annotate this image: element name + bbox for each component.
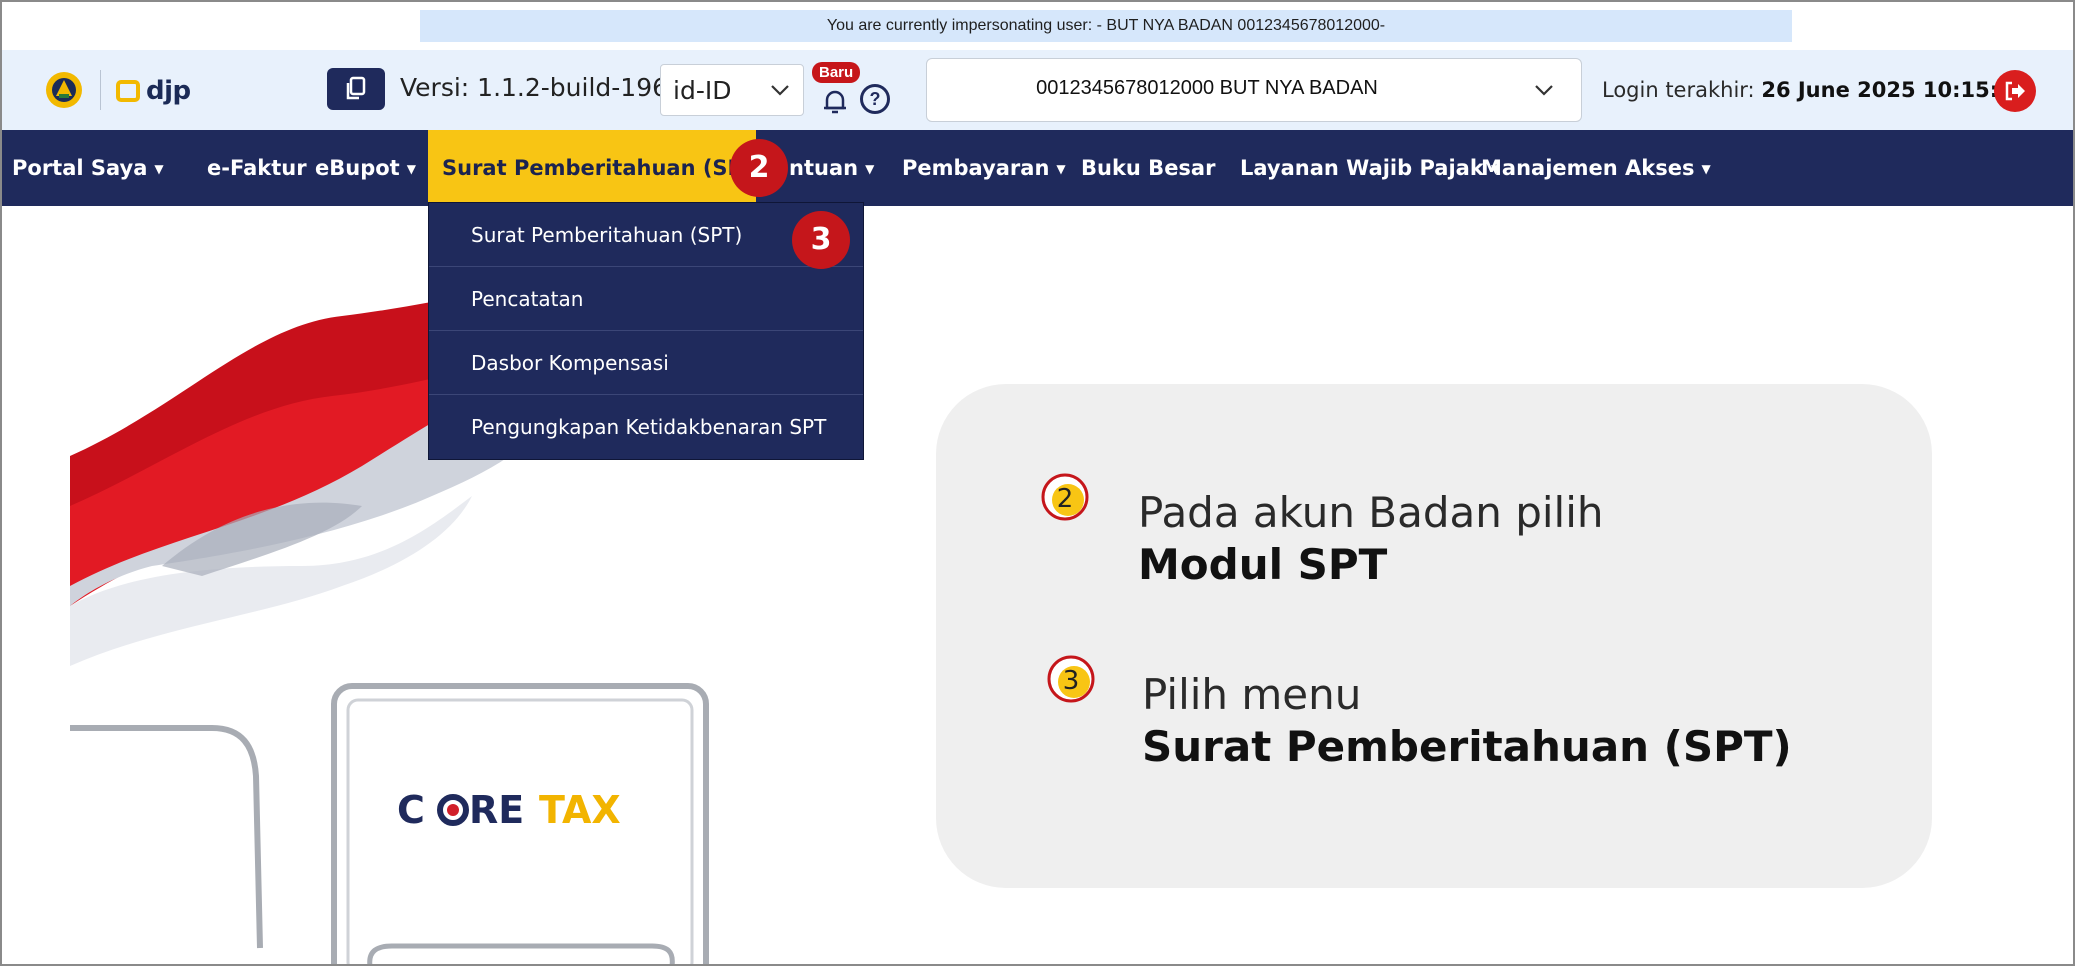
djp-logo-mark-icon <box>116 80 140 102</box>
dropdown-item-dasbor-kompensasi[interactable]: Dasbor Kompensasi <box>429 331 863 395</box>
app-window: You are currently impersonating user: - … <box>0 0 2075 966</box>
coretax-logo-tax: TAX <box>539 788 621 832</box>
step-3-emphasis: Surat Pemberitahuan (SPT) <box>1142 722 1792 771</box>
nav-pembayaran[interactable]: Pembayaran ▼ <box>902 130 1066 206</box>
caret-down-icon: ▼ <box>865 162 875 176</box>
nav-layanan-wajib-pajak[interactable]: Layanan Wajib Pajak ▼ <box>1240 130 1500 206</box>
nav-buku-besar[interactable]: Buku Besar <box>1081 130 1215 206</box>
coretax-logo-re: RE <box>469 788 524 832</box>
nav-label: Manajemen Akses <box>1481 156 1695 180</box>
dropdown-item-pengungkapan[interactable]: Pengungkapan Ketidakbenaran SPT <box>429 395 863 459</box>
coretax-logo-o-dot-icon <box>447 804 459 816</box>
language-select[interactable]: id-ID <box>660 64 804 116</box>
step-3-badge-icon: 3 <box>1047 655 1095 703</box>
new-badge: Baru <box>812 62 861 83</box>
logout-icon <box>2005 81 2025 101</box>
laptop-back-outline <box>70 725 263 949</box>
nav-label: e-Faktur <box>207 156 307 180</box>
kemenkeu-emblem-icon[interactable] <box>44 70 84 110</box>
caret-down-icon: ▼ <box>1701 162 1711 176</box>
nav-label: Layanan Wajib Pajak <box>1240 156 1484 180</box>
chevron-down-icon <box>1535 85 1553 96</box>
step-marker-3: 3 <box>792 211 850 269</box>
logout-button[interactable] <box>1994 70 2036 112</box>
version-label: Versi: 1.1.2-build-1966 <box>400 73 684 102</box>
nav-spt[interactable]: Surat Pemberitahuan (SPT) <box>442 130 767 206</box>
step-marker-2: 2 <box>730 139 788 197</box>
svg-text:2: 2 <box>1057 484 1074 514</box>
bell-icon <box>824 90 846 114</box>
nav-bantuan[interactable]: ntuan ▼ <box>789 130 874 206</box>
nav-label: ntuan <box>789 156 859 180</box>
header-bar: djp Versi: 1.1.2-build-1966 id-ID Baru ? <box>2 50 2073 130</box>
caret-down-icon: ▼ <box>1056 162 1066 176</box>
language-value: id-ID <box>673 75 732 105</box>
caret-down-icon: ▼ <box>406 162 416 176</box>
nav-label: eBupot <box>315 156 400 180</box>
logo-divider <box>100 70 101 110</box>
djp-logo-text: djp <box>146 76 191 106</box>
nav-label: Portal Saya <box>12 156 148 180</box>
step-2-badge-icon: 2 <box>1041 473 1089 521</box>
nav-manajemen-akses[interactable]: Manajemen Akses ▼ <box>1481 130 1711 206</box>
last-login-label: Login terakhir: <box>1602 78 1755 102</box>
laptop-screen-inner <box>346 698 694 964</box>
account-select[interactable]: 0012345678012000 BUT NYA BADAN <box>926 58 1582 122</box>
djp-logo[interactable]: djp <box>116 76 191 106</box>
caret-down-icon: ▼ <box>154 162 164 176</box>
copy-icon <box>346 76 366 100</box>
chevron-down-icon <box>771 85 789 96</box>
step-2-text: Pada akun Badan pilih <box>1138 488 1604 537</box>
nav-ebupot[interactable]: eBupot ▼ <box>315 130 416 206</box>
nav-label: Surat Pemberitahuan (SPT) <box>442 156 767 180</box>
nav-e-faktur[interactable]: e-Faktur <box>207 130 307 206</box>
instruction-card: 2 Pada akun Badan pilih Modul SPT 3 Pili… <box>936 384 1932 888</box>
last-login: Login terakhir: 26 June 2025 10:15:58 <box>1602 78 2027 102</box>
account-selected-value: 0012345678012000 BUT NYA BADAN <box>1036 77 1378 99</box>
copy-button[interactable] <box>327 68 385 110</box>
nav-label: Pembayaran <box>902 156 1050 180</box>
help-icon[interactable]: ? <box>860 84 890 114</box>
step-3-text: Pilih menu <box>1142 670 1362 719</box>
dropdown-item-pencatatan[interactable]: Pencatatan <box>429 267 863 331</box>
notification-button[interactable]: Baru ? <box>812 62 890 116</box>
nav-portal-saya[interactable]: Portal Saya ▼ <box>12 130 164 206</box>
last-login-time: 26 June 2025 10:15:58 <box>1761 78 2028 102</box>
svg-text:3: 3 <box>1063 666 1080 696</box>
nav-label: Buku Besar <box>1081 156 1216 180</box>
step-2-emphasis: Modul SPT <box>1138 540 1388 589</box>
coretax-logo-c: C <box>397 788 425 832</box>
main-nav: Portal Saya ▼ e-Faktur eBupot ▼ Surat Pemb… <box>2 130 2073 206</box>
impersonation-banner: You are currently impersonating user: - … <box>420 10 1792 42</box>
